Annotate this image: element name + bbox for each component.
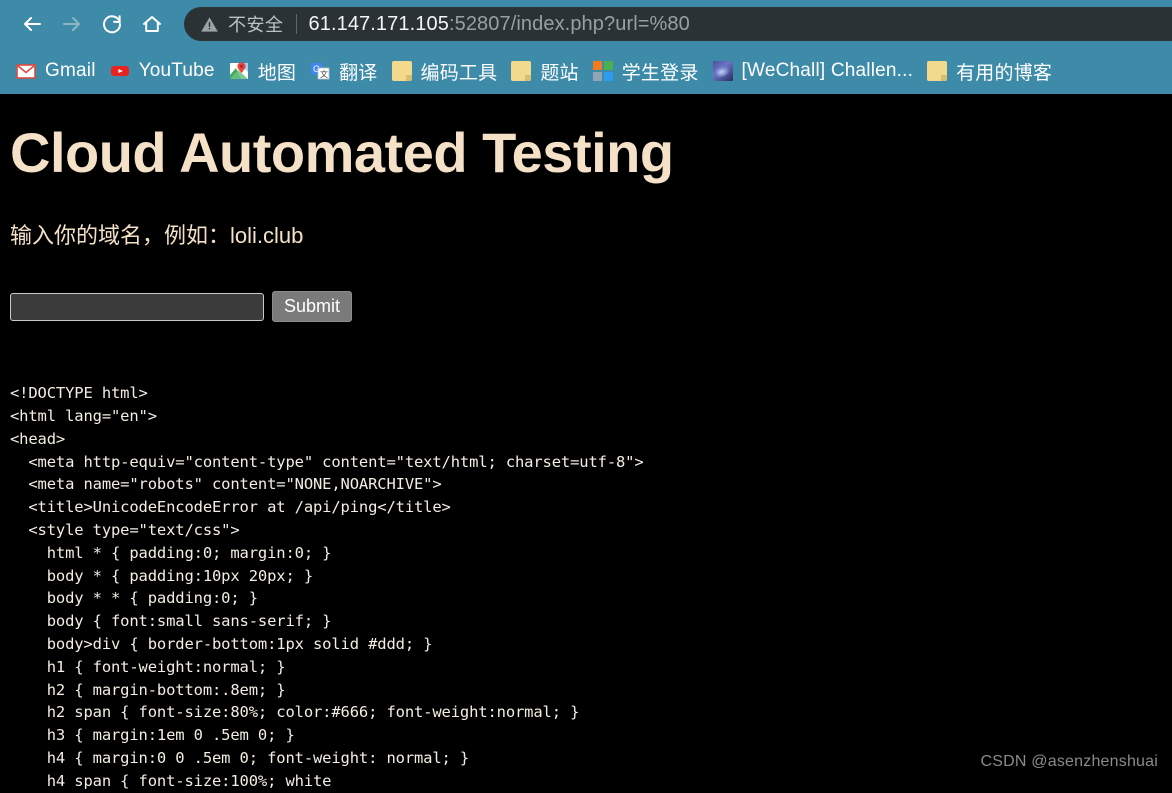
back-arrow-icon [24, 17, 41, 31]
submit-button[interactable]: Submit [272, 291, 353, 323]
url-display: 61.147.171.105:52807/index.php?url=%80 [309, 13, 690, 36]
browser-chrome: 不安全 61.147.171.105:52807/index.php?url=%… [0, 0, 1172, 94]
bookmark-label: 题站 [540, 62, 579, 84]
page-subtitle: 输入你的域名，例如：loli.club [10, 223, 304, 248]
page-title: Cloud Automated Testing [10, 121, 674, 184]
domain-form: Submit [10, 248, 1162, 323]
back-button[interactable] [12, 4, 52, 44]
bookmark-label: 学生登录 [621, 62, 699, 84]
bookmark-label: Gmail [45, 60, 96, 81]
bookmark-encoding-tools[interactable]: 编码工具 [390, 53, 510, 89]
response-output: <!DOCTYPE html> <html lang="en"> <head> … [10, 384, 644, 790]
bookmark-youtube[interactable]: YouTube [108, 53, 227, 89]
wechall-icon [712, 61, 733, 81]
bookmark-student-login[interactable]: 学生登录 [591, 53, 711, 89]
url-host: 61.147.171.105 [308, 12, 449, 35]
forward-button[interactable] [52, 4, 92, 44]
url-path: :52807/index.php?url=%80 [448, 12, 690, 35]
bookmarks-bar: Gmail YouTube 地图 G 文 翻译 编码工具 题站 学生登录 [We… [0, 48, 1172, 94]
page-content: Cloud Automated Testing 输入你的域名，例如：loli.c… [0, 94, 1172, 790]
bookmark-label: 翻译 [339, 62, 378, 84]
youtube-icon [110, 61, 130, 81]
reload-button[interactable] [92, 4, 132, 44]
bookmark-challenge-sites[interactable]: 题站 [509, 53, 590, 89]
bookmark-translate[interactable]: G 文 翻译 [308, 53, 389, 89]
home-button[interactable] [132, 4, 172, 44]
folder-icon [391, 61, 412, 81]
browser-toolbar: 不安全 61.147.171.105:52807/index.php?url=%… [0, 0, 1172, 48]
reload-icon [103, 15, 122, 34]
omnibox-divider [295, 14, 297, 34]
windows-icon [592, 61, 613, 81]
domain-input[interactable] [10, 292, 264, 321]
gmail-icon [16, 61, 36, 81]
bookmark-maps[interactable]: 地图 [227, 53, 308, 89]
security-status-text: 不安全 [228, 15, 284, 35]
bookmark-wechall[interactable]: [WeChall] Challen... [711, 53, 926, 89]
bookmark-label: 有用的博客 [956, 62, 1053, 84]
bookmark-label: [WeChall] Challen... [741, 60, 914, 81]
home-icon [143, 16, 161, 32]
forward-arrow-icon [63, 17, 80, 31]
bookmark-label: 编码工具 [420, 62, 498, 84]
bookmark-useful-blogs[interactable]: 有用的博客 [925, 53, 1064, 89]
folder-icon [511, 61, 532, 81]
google-translate-icon: G 文 [310, 61, 330, 81]
bookmark-gmail[interactable]: Gmail [14, 53, 108, 89]
svg-text:文: 文 [320, 69, 328, 79]
folder-icon [927, 61, 948, 81]
warning-triangle-icon [200, 15, 219, 34]
bookmark-label: YouTube [138, 60, 215, 81]
bookmark-label: 地图 [257, 62, 297, 84]
google-maps-icon [229, 61, 249, 81]
csdn-watermark: CSDN @asenzhenshuai [980, 753, 1158, 770]
address-bar[interactable]: 不安全 61.147.171.105:52807/index.php?url=%… [184, 7, 1172, 41]
